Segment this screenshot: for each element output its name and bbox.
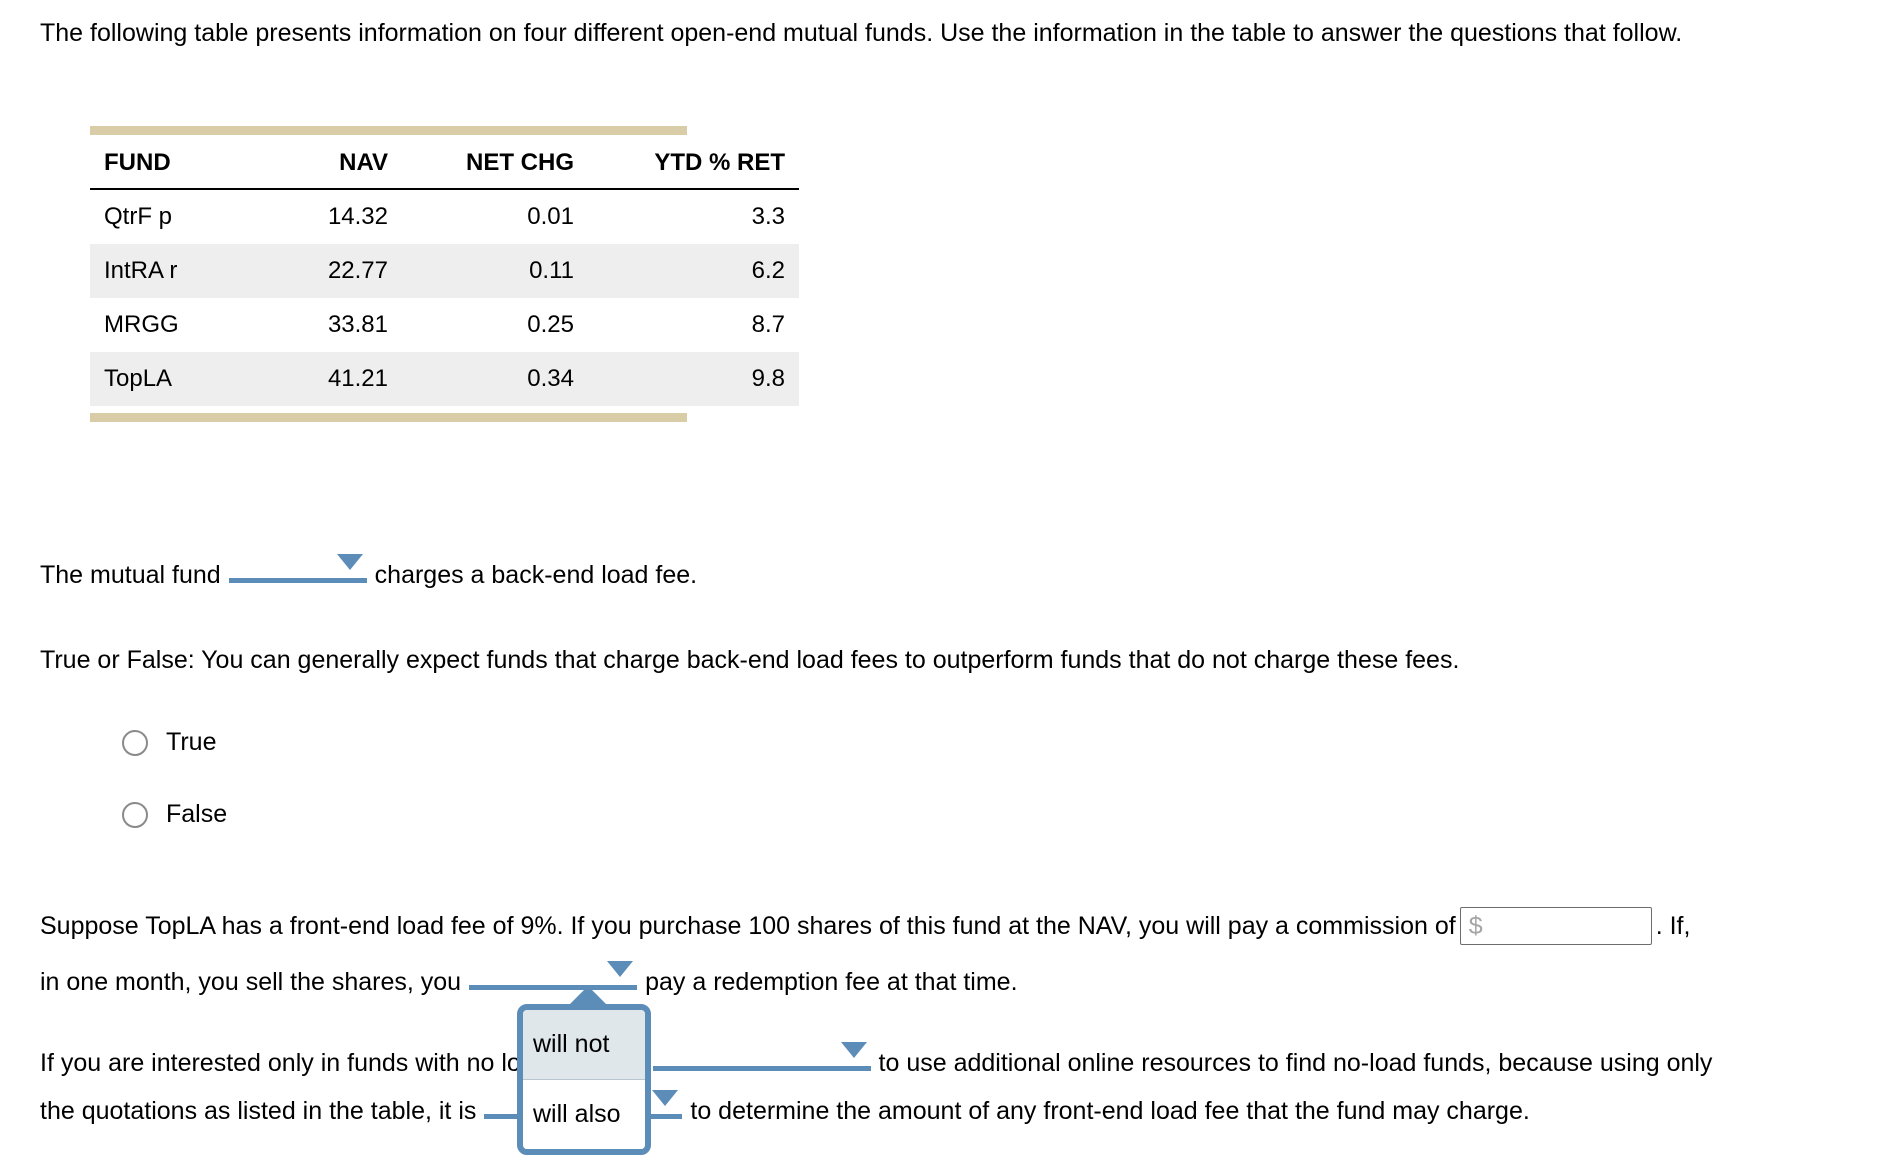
- question-1: The mutual fund charges a back-end load …: [40, 548, 697, 592]
- cell-fund: TopLA: [104, 365, 173, 392]
- dropdown-popup-arrow-icon: [566, 986, 610, 1008]
- column-header-ytd-ret: YTD % RET: [588, 145, 799, 190]
- intro-paragraph: The following table presents information…: [40, 19, 1683, 47]
- column-header-fund: FUND: [90, 145, 266, 190]
- radio-icon[interactable]: [122, 729, 148, 756]
- cell-nav: 14.32: [327, 203, 388, 230]
- radio-label-true: True: [166, 728, 217, 756]
- question-1-text-before: The mutual fund: [40, 561, 221, 589]
- cell-ytd-ret: 9.8: [751, 365, 785, 392]
- cell-fund: MRGG: [104, 311, 179, 338]
- question-2-prompt: True or False: You can generally expect …: [40, 646, 1460, 674]
- chevron-down-icon: [607, 961, 634, 977]
- table-bottom-rule: [90, 413, 687, 422]
- question-3-line-1: Suppose TopLA has a front-end load fee o…: [40, 907, 1690, 945]
- dropdown-option-will-not[interactable]: will not: [523, 1010, 645, 1080]
- question-3-line-2-after: pay a redemption fee at that time.: [645, 968, 1018, 996]
- cell-ytd-ret: 3.3: [751, 203, 785, 230]
- dropdown-option-will-also[interactable]: will also: [523, 1080, 645, 1149]
- cell-fund: IntRA r: [104, 257, 178, 284]
- funds-table: FUND NAV NET CHG YTD % RET QtrF p 14.32 …: [90, 145, 799, 406]
- radio-option-false[interactable]: False: [122, 800, 227, 829]
- dropdown-online-resources[interactable]: [652, 1036, 871, 1071]
- dropdown-redemption-fee[interactable]: [469, 955, 638, 990]
- cell-nav: 41.21: [327, 365, 388, 392]
- cell-net-chg: 0.01: [527, 203, 574, 230]
- table-row: QtrF p 14.32 0.01 3.3: [90, 189, 799, 244]
- question-3-line-2: in one month, you sell the shares, you p…: [40, 955, 1018, 999]
- cell-net-chg: 0.34: [527, 365, 574, 392]
- cell-nav: 33.81: [327, 311, 388, 338]
- question-4-line-2-after: to determine the amount of any front-end…: [690, 1097, 1530, 1125]
- cell-fund: QtrF p: [104, 203, 173, 230]
- question-1-text-after: charges a back-end load fee.: [374, 561, 698, 589]
- chevron-down-icon: [840, 1042, 867, 1058]
- radio-icon[interactable]: [122, 801, 148, 828]
- table-row: IntRA r 22.77 0.11 6.2: [90, 244, 799, 298]
- dropdown-back-end-load-fund[interactable]: [228, 548, 367, 583]
- table-row: TopLA 41.21 0.34 9.8: [90, 352, 799, 406]
- cell-nav: 22.77: [327, 257, 388, 284]
- question-3-text-after: . If,: [1655, 911, 1691, 940]
- chevron-down-icon: [336, 554, 363, 570]
- question-4-line-2: the quotations as listed in the table, i…: [40, 1084, 1530, 1128]
- question-4-line-1-after: to use additional online resources to fi…: [878, 1049, 1713, 1077]
- question-3-line-2-before: in one month, you sell the shares, you: [40, 968, 462, 996]
- radio-option-true[interactable]: True: [122, 728, 216, 757]
- table-header-row: FUND NAV NET CHG YTD % RET: [90, 145, 799, 190]
- question-3-text-before: Suppose TopLA has a front-end load fee o…: [40, 911, 1456, 940]
- table-top-rule: [90, 126, 687, 135]
- dropdown-popup[interactable]: will not will also: [517, 1004, 651, 1155]
- worksheet-page: The following table presents information…: [0, 0, 1902, 1170]
- question-4-line-2-before: the quotations as listed in the table, i…: [40, 1097, 477, 1125]
- cell-ytd-ret: 6.2: [751, 257, 785, 284]
- commission-amount-input[interactable]: [1459, 907, 1652, 945]
- cell-net-chg: 0.11: [529, 257, 574, 284]
- table-row: MRGG 33.81 0.25 8.7: [90, 298, 799, 352]
- radio-label-false: False: [166, 800, 228, 828]
- fund-quotation-table: FUND NAV NET CHG YTD % RET QtrF p 14.32 …: [90, 126, 799, 422]
- column-header-net-chg: NET CHG: [402, 145, 588, 190]
- cell-net-chg: 0.25: [527, 311, 574, 338]
- column-header-nav: NAV: [266, 145, 402, 190]
- cell-ytd-ret: 8.7: [751, 311, 785, 338]
- question-4-line-1: If you are interested only in funds with…: [40, 1036, 1712, 1080]
- chevron-down-icon: [652, 1090, 679, 1106]
